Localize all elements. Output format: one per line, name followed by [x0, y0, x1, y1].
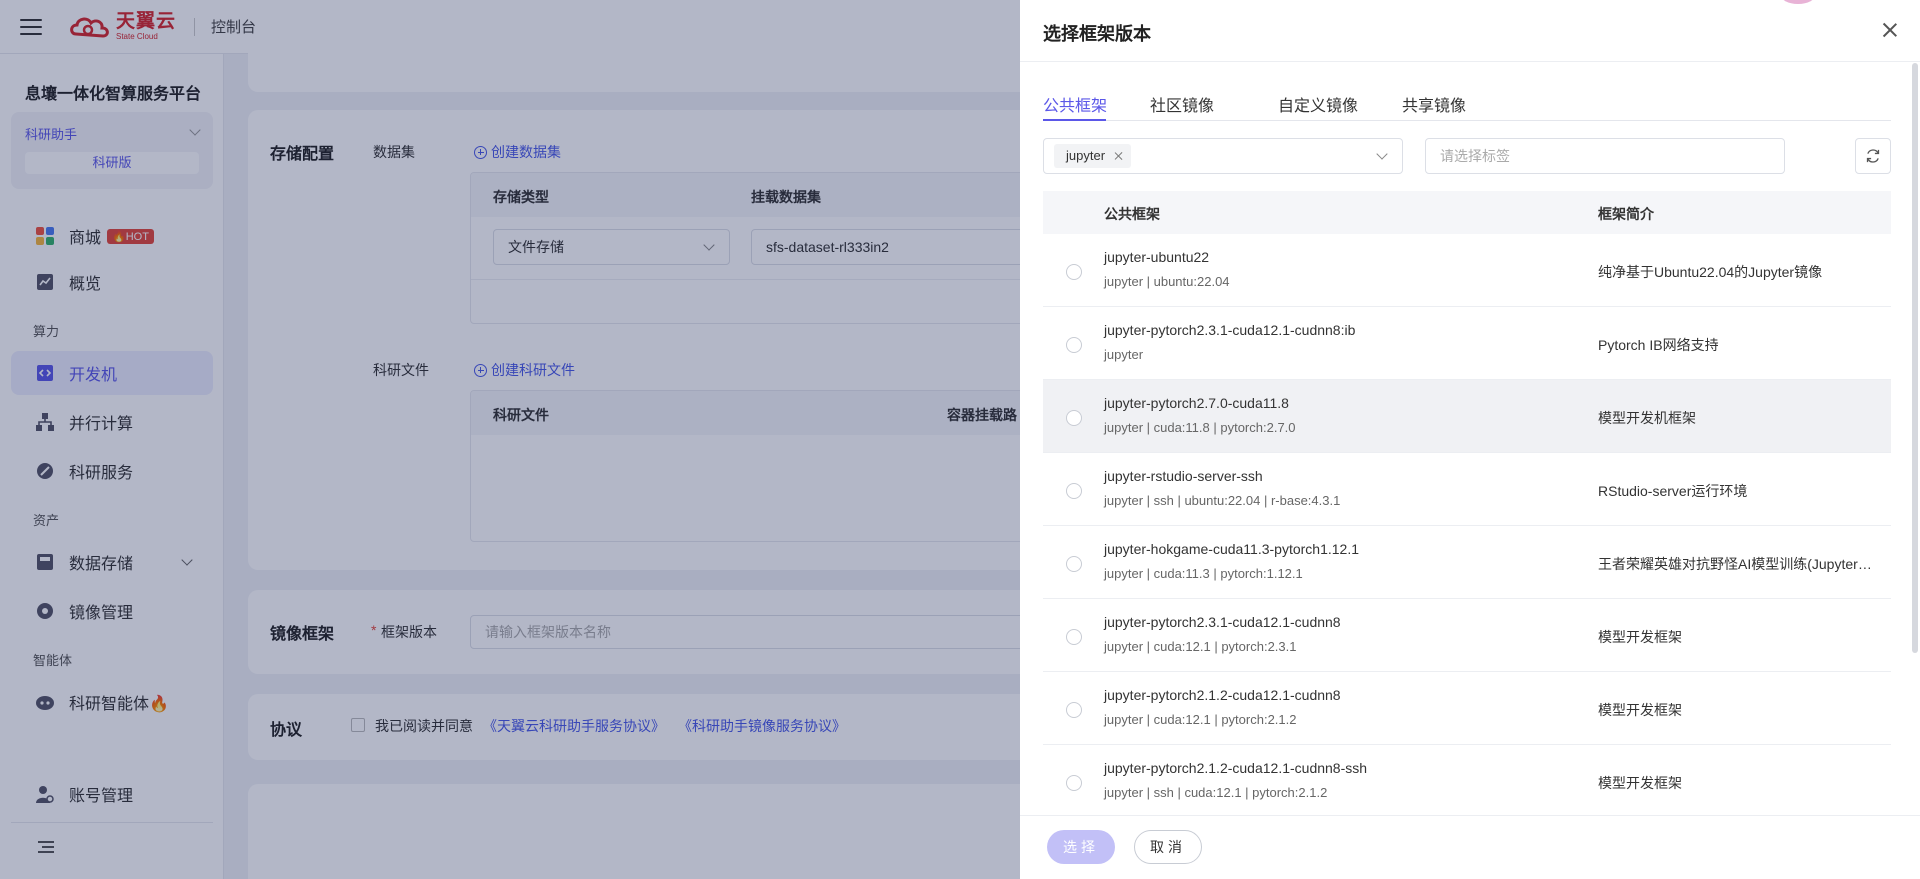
filter-chip: jupyter	[1054, 144, 1132, 168]
column-header: 公共框架	[1104, 206, 1160, 222]
table-row[interactable]: jupyter-pytorch2.1.2-cuda12.1-cudnn8 jup…	[1043, 672, 1891, 745]
table-row[interactable]: jupyter-pytorch2.3.1-cuda12.1-cudnn8 jup…	[1043, 599, 1891, 672]
tag-select-input[interactable]	[1425, 138, 1785, 174]
row-radio[interactable]	[1066, 775, 1082, 791]
tab-public-framework[interactable]: 公共框架	[1043, 92, 1107, 116]
framework-name: jupyter-hokgame-cuda11.3-pytorch1.12.1	[1104, 541, 1360, 557]
framework-desc: 模型开发框架	[1598, 629, 1682, 645]
framework-desc: Pytorch IB网络支持	[1598, 337, 1719, 353]
framework-name: jupyter-pytorch2.7.0-cuda11.8	[1104, 395, 1289, 411]
framework-desc: 王者荣耀英雄对抗野怪AI模型训练(Jupyter镜像)	[1598, 556, 1878, 572]
table-row[interactable]: jupyter-pytorch2.1.2-cuda12.1-cudnn8-ssh…	[1043, 745, 1891, 818]
tab-bar: 公共框架 社区镜像 自定义镜像 共享镜像	[1043, 88, 1891, 121]
framework-desc: 纯净基于Ubuntu22.04的Jupyter镜像	[1598, 264, 1823, 280]
framework-name: jupyter-pytorch2.1.2-cuda12.1-cudnn8-ssh	[1104, 760, 1368, 776]
table-row[interactable]: jupyter-pytorch2.3.1-cuda12.1-cudnn8:ib …	[1043, 307, 1891, 380]
column-header: 框架简介	[1598, 206, 1654, 222]
tab-custom-image[interactable]: 自定义镜像	[1278, 92, 1358, 116]
filter-chip-label: jupyter	[1066, 148, 1106, 163]
close-icon[interactable]	[1880, 20, 1900, 40]
row-radio[interactable]	[1066, 702, 1082, 718]
drawer-footer: 选择 取消	[1020, 815, 1920, 879]
scrollbar[interactable]	[1912, 63, 1918, 653]
framework-name: jupyter-pytorch2.3.1-cuda12.1-cudnn8	[1104, 614, 1341, 630]
row-radio[interactable]	[1066, 556, 1082, 572]
framework-filter-select[interactable]: jupyter	[1043, 138, 1403, 174]
framework-tags: jupyter | ubuntu:22.04	[1104, 274, 1230, 289]
framework-tags: jupyter | cuda:12.1 | pytorch:2.3.1	[1104, 639, 1297, 654]
avatar	[1780, 0, 1816, 4]
select-framework-drawer: 选择框架版本 公共框架 社区镜像 自定义镜像 共享镜像 jupyter 公共框架…	[1020, 0, 1920, 879]
framework-name: jupyter-pytorch2.3.1-cuda12.1-cudnn8:ib	[1104, 322, 1356, 338]
refresh-icon	[1866, 149, 1880, 163]
framework-desc: RStudio-server运行环境	[1598, 483, 1748, 499]
tab-shared-image[interactable]: 共享镜像	[1402, 92, 1466, 116]
table-row[interactable]: jupyter-rstudio-server-ssh jupyter | ssh…	[1043, 453, 1891, 526]
framework-tags: jupyter | cuda:12.1 | pytorch:2.1.2	[1104, 712, 1297, 727]
row-radio[interactable]	[1066, 483, 1082, 499]
cancel-button[interactable]: 取消	[1134, 830, 1202, 864]
framework-name: jupyter-rstudio-server-ssh	[1104, 468, 1263, 484]
divider	[1020, 61, 1920, 62]
table-header: 公共框架 框架简介	[1043, 191, 1891, 234]
framework-desc: 模型开发框架	[1598, 702, 1682, 718]
table-row[interactable]: jupyter-hokgame-cuda11.3-pytorch1.12.1 j…	[1043, 526, 1891, 599]
select-button[interactable]: 选择	[1047, 830, 1115, 864]
framework-tags: jupyter	[1104, 347, 1144, 362]
framework-name: jupyter-pytorch2.1.2-cuda12.1-cudnn8	[1104, 687, 1341, 703]
chevron-down-icon	[1376, 148, 1388, 160]
framework-tags: jupyter | ssh | ubuntu:22.04 | r-base:4.…	[1104, 493, 1341, 508]
tab-community-image[interactable]: 社区镜像	[1150, 92, 1214, 116]
row-radio[interactable]	[1066, 629, 1082, 645]
framework-tags: jupyter | cuda:11.8 | pytorch:2.7.0	[1104, 420, 1296, 435]
close-icon[interactable]	[1114, 151, 1124, 161]
framework-name: jupyter-ubuntu22	[1104, 249, 1210, 265]
drawer-title: 选择框架版本	[1043, 24, 1151, 44]
table-row[interactable]: jupyter-ubuntu22 jupyter | ubuntu:22.04 …	[1043, 234, 1891, 307]
framework-desc: 模型开发机框架	[1598, 410, 1696, 426]
row-radio[interactable]	[1066, 337, 1082, 353]
tab-indicator	[1043, 119, 1106, 121]
refresh-button[interactable]	[1855, 138, 1891, 174]
row-radio[interactable]	[1066, 264, 1082, 280]
row-radio[interactable]	[1066, 410, 1082, 426]
framework-desc: 模型开发框架	[1598, 775, 1682, 791]
table-row[interactable]: jupyter-pytorch2.7.0-cuda11.8 jupyter | …	[1043, 380, 1891, 453]
framework-tags: jupyter | cuda:11.3 | pytorch:1.12.1	[1104, 566, 1303, 581]
framework-tags: jupyter | ssh | cuda:12.1 | pytorch:2.1.…	[1104, 785, 1328, 800]
